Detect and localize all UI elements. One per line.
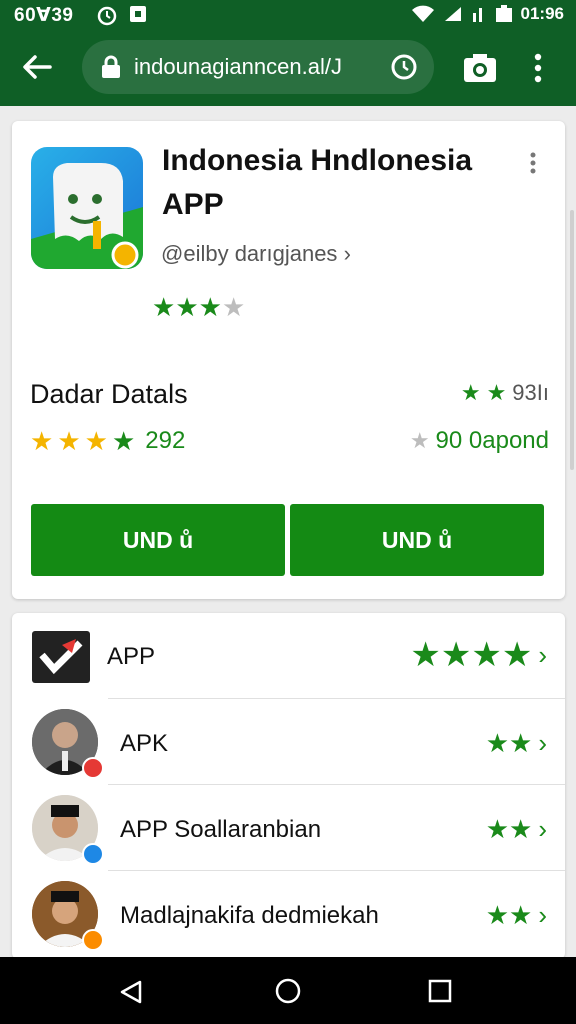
notification-icon (130, 6, 146, 22)
signal-icon (444, 7, 461, 21)
app-title: Indonesia Hndlonesia APP (162, 144, 473, 221)
list-item[interactable]: APK ★ ★ › (12, 699, 565, 785)
list-item-label: APK (120, 730, 169, 757)
star-icon: ★ (84, 426, 108, 456)
star-icon: ★ (175, 292, 199, 322)
developer-name: @eilby darıgjanes (161, 241, 338, 266)
list-item-rating: ★ ★ › (486, 729, 547, 757)
url-text[interactable]: indounagianncen.al/J (134, 54, 342, 80)
app-card: Indonesia Hndlonesia APP @eilby darıgjan… (12, 121, 565, 599)
badge-icon (82, 843, 104, 865)
system-nav-bar (0, 957, 576, 1024)
nav-recents-icon[interactable] (428, 979, 452, 1003)
star-icon: ★ (410, 636, 441, 674)
list-item[interactable]: APP ★ ★ ★ ★ › (12, 613, 565, 699)
badge-icon (82, 757, 104, 779)
star-icon: ★ (471, 636, 502, 674)
star-icon: ★ (30, 426, 54, 456)
star-icon: ★ (485, 814, 510, 844)
install-button-right[interactable]: UND ů (290, 504, 544, 576)
badge-icon (82, 929, 104, 951)
star-icon: ★ (485, 900, 510, 930)
downloads-text: 90 0apond (435, 427, 549, 454)
star-icon: ★ (57, 426, 81, 456)
browser-toolbar: 60∀39 01:96 indounagianncen.al/J (0, 0, 576, 106)
star-icon: ★ (509, 900, 533, 930)
status-time: 60∀39 (14, 5, 74, 26)
install-button-left[interactable]: UND ů (31, 504, 285, 576)
signal2-icon (472, 8, 482, 22)
list-item-rating: ★ ★ › (486, 901, 547, 929)
list-item-rating: ★ ★ › (486, 815, 547, 843)
lock-icon (102, 55, 120, 78)
scrollbar[interactable] (570, 210, 574, 470)
more-options-icon[interactable] (528, 151, 538, 175)
star-icon: ★ (460, 380, 481, 405)
star-empty-icon: ★ (221, 292, 246, 322)
list-item-rating: ★ ★ ★ ★ › (410, 636, 547, 674)
status-bar: 60∀39 01:96 (0, 0, 576, 30)
star-icon: ★ (409, 428, 430, 453)
battery-icon (495, 5, 512, 22)
nav-home-icon[interactable] (275, 978, 301, 1004)
developer-link[interactable]: @eilby darıgjanes › (161, 241, 351, 267)
back-arrow-icon[interactable] (20, 50, 54, 84)
status-clock: 01:96 (520, 4, 564, 23)
wifi-icon (411, 5, 434, 22)
app-rating-stars: ★ ★ ★ ★ (152, 293, 245, 321)
star-icon: ★ (509, 728, 533, 758)
related-apps-list: APP ★ ★ ★ ★ › APK ★ ★ › APP Soallaranbia… (12, 613, 565, 959)
chevron-right-icon: › (538, 900, 547, 930)
star-icon: ★ (111, 426, 136, 456)
downloads-info: ★ 90 0apond (410, 427, 549, 455)
star-icon: ★ (152, 292, 176, 322)
details-label: Dadar Datals (30, 379, 188, 409)
details-rating: ★ ★ 93Iı (461, 379, 549, 407)
chevron-right-icon: › (538, 640, 547, 670)
alarm-icon (97, 6, 117, 26)
rating-value: 292 (145, 427, 186, 454)
list-item-label: APP Soallaranbian (120, 816, 322, 843)
list-item[interactable]: Madlajnakifa dedmiekah ★ ★ › (12, 871, 565, 957)
star-icon: ★ (198, 292, 222, 322)
overflow-menu-icon[interactable] (530, 52, 546, 84)
star-icon: ★ (485, 728, 510, 758)
nav-back-icon[interactable] (118, 979, 144, 1005)
list-item[interactable]: APP Soallaranbian ★ ★ › (12, 785, 565, 871)
camera-icon[interactable] (462, 52, 498, 84)
star-icon: ★ (509, 814, 533, 844)
address-bar[interactable]: indounagianncen.al/J (82, 40, 434, 94)
chevron-right-icon: › (538, 814, 547, 844)
app-logo-icon (32, 631, 90, 683)
star-icon: ★ (501, 636, 533, 674)
chevron-right-icon: › (538, 728, 547, 758)
list-item-label: APP (107, 643, 156, 670)
list-item-label: Madlajnakifa dedmiekah (120, 902, 379, 929)
app-icon (31, 147, 143, 269)
details-count: 93Iı (512, 380, 549, 405)
history-icon[interactable] (390, 53, 418, 81)
star-icon: ★ (486, 380, 507, 405)
rating-row: ★ ★ ★ ★ 292 (30, 427, 185, 455)
developer-arrow: › (343, 241, 351, 266)
star-icon: ★ (440, 636, 472, 674)
